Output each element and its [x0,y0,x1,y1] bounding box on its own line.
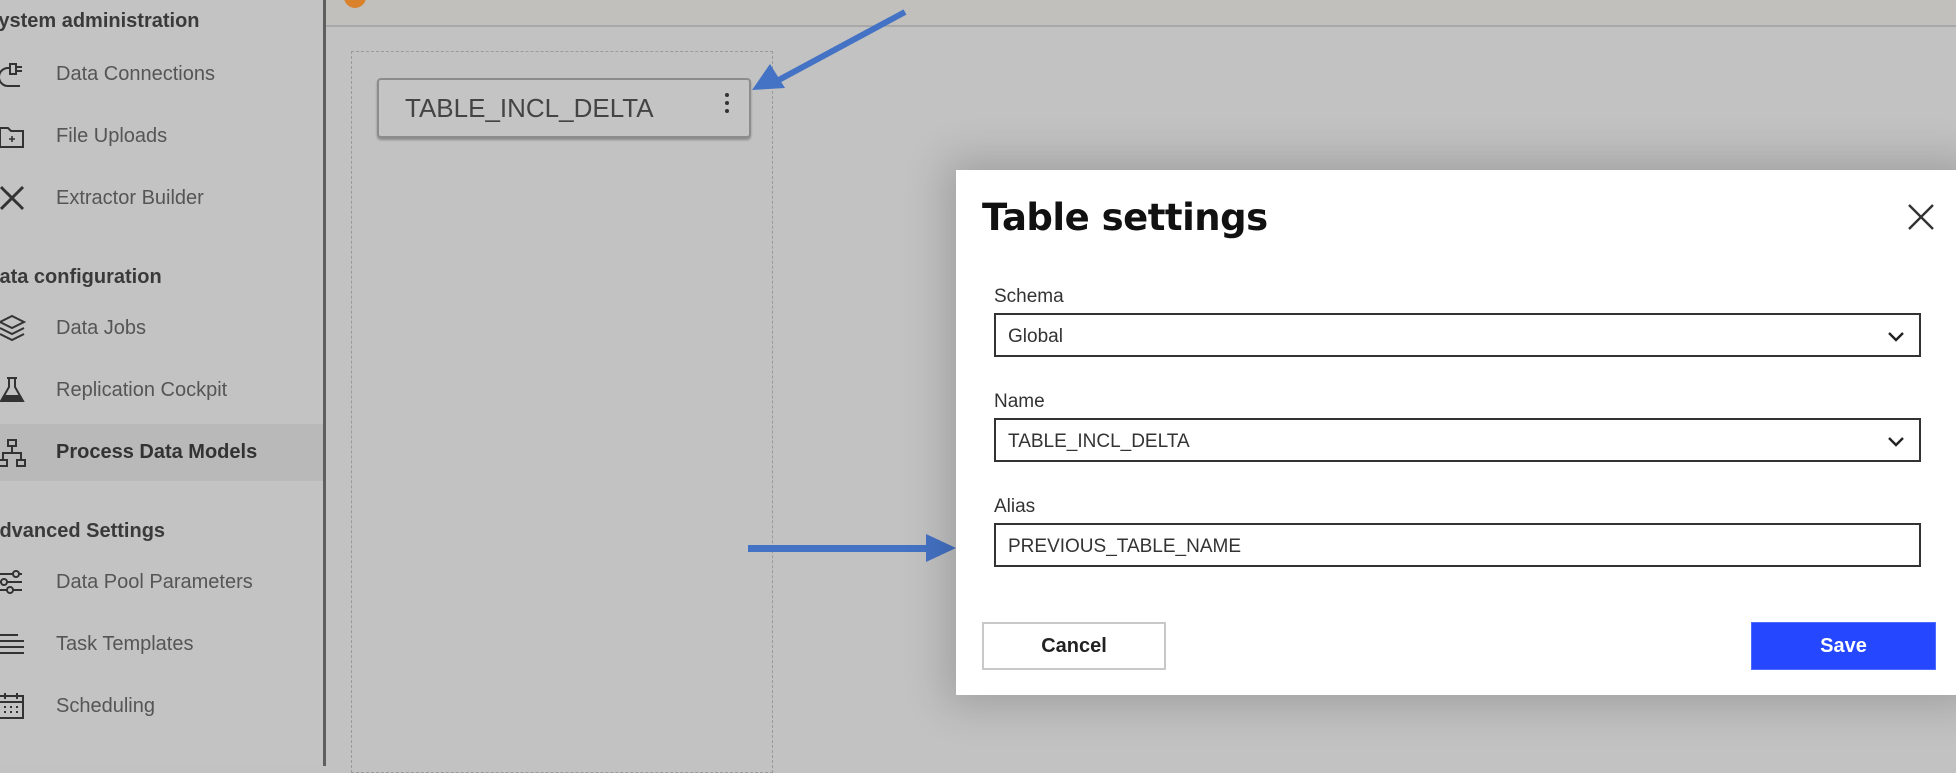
sidebar-item-data-pool-parameters[interactable]: Data Pool Parameters [0,554,323,610]
annotation-arrow-to-alias-field [748,534,956,562]
calendar-icon [0,693,24,719]
section-title-advanced-settings: Advanced Settings [0,520,166,542]
section-title-data-configuration: Data configuration [0,266,162,288]
name-select[interactable]: TABLE_INCL_DELTA [994,418,1921,462]
list-icon [0,634,24,654]
top-bar [326,0,1956,27]
chevron-down-icon [1888,437,1904,447]
cancel-button[interactable]: Cancel [982,622,1166,670]
table-settings-dialog: Table settings Schema Global Name TABLE_… [956,170,1956,695]
sidebar-item-extractor-builder[interactable]: Extractor Builder [0,170,323,226]
sidebar-item-scheduling[interactable]: Scheduling [0,678,323,734]
sliders-icon [0,570,22,594]
save-button[interactable]: Save [1751,622,1936,670]
sidebar-item-replication-cockpit[interactable]: Replication Cockpit [0,362,323,418]
sidebar-item-task-templates[interactable]: Task Templates [0,616,323,672]
flask-icon [0,377,25,402]
table-node-label: TABLE_INCL_DELTA [405,93,654,123]
layers-icon [0,314,27,342]
sidebar: System administration Data Connections F… [0,0,326,766]
more-options-icon[interactable] [723,90,731,120]
chevron-down-icon [1888,332,1904,342]
alias-value: PREVIOUS_TABLE_NAME [1008,536,1242,557]
alias-label: Alias [994,496,1036,517]
hierarchy-icon [0,438,26,467]
tools-icon [0,185,25,211]
schema-value: Global [1008,326,1063,347]
folder-plus-icon [0,127,24,148]
sidebar-item-process-data-models[interactable]: Process Data Models [0,424,323,481]
sidebar-item-data-connections[interactable]: Data Connections [0,46,323,102]
name-label: Name [994,391,1045,412]
plug-icon [0,63,22,87]
alias-input[interactable]: PREVIOUS_TABLE_NAME [994,523,1921,567]
status-dot-icon [344,0,366,8]
table-node[interactable]: TABLE_INCL_DELTA [377,78,751,138]
sidebar-item-file-uploads[interactable]: File Uploads [0,108,323,164]
name-value: TABLE_INCL_DELTA [1008,431,1190,452]
dialog-title: Table settings [982,196,1268,239]
section-title-system-administration: System administration [0,10,200,32]
schema-select[interactable]: Global [994,313,1921,357]
data-model-canvas-dropzone [351,51,773,773]
sidebar-item-data-jobs[interactable]: Data Jobs [0,300,323,356]
close-icon[interactable] [1906,202,1936,232]
schema-label: Schema [994,286,1064,307]
